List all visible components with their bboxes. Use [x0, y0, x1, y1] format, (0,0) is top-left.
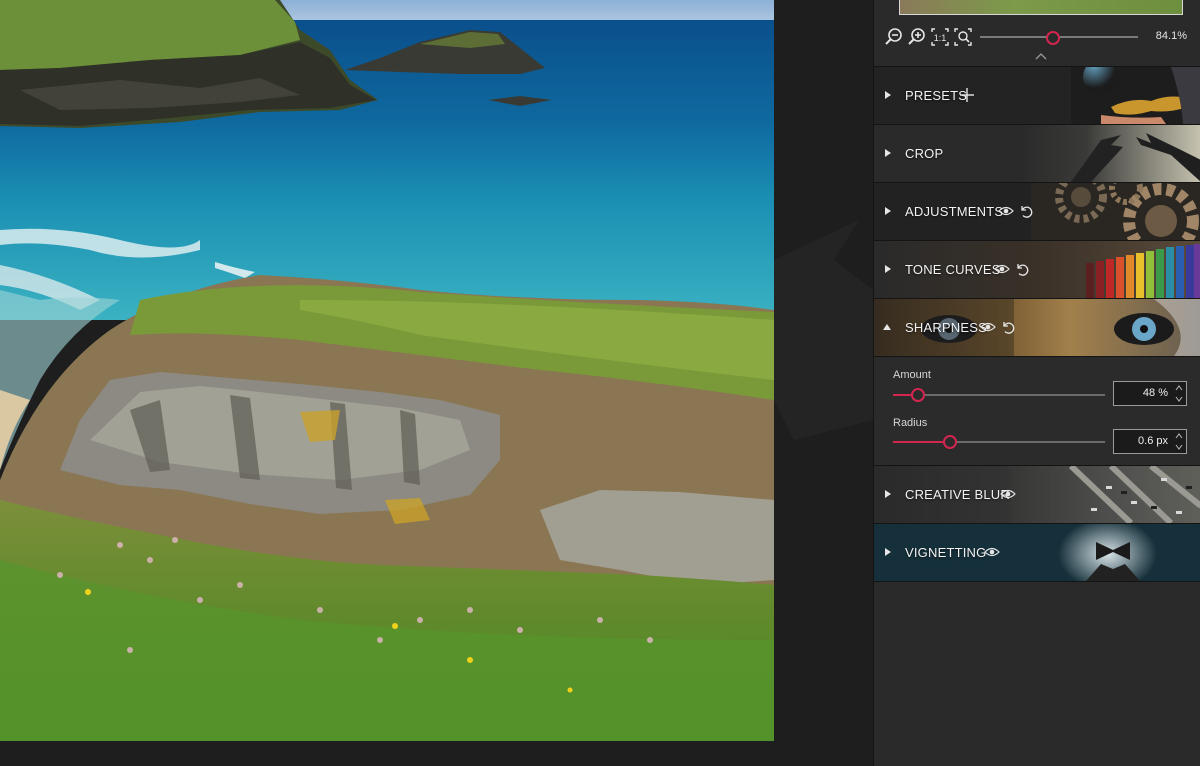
- zoom-slider-thumb[interactable]: [1046, 31, 1060, 45]
- presets-artwork: [1071, 67, 1200, 124]
- section-label: PRESETS: [905, 88, 968, 103]
- undo-icon[interactable]: [1018, 203, 1034, 219]
- fit-screen-icon[interactable]: [953, 27, 973, 47]
- section-label: ADJUSTMENTS: [905, 204, 1004, 219]
- expand-arrow-icon: [885, 91, 891, 99]
- section-tone-curves[interactable]: TONE CURVES: [874, 241, 1200, 299]
- section-label: TONE CURVES: [905, 262, 1001, 277]
- sharpness-controls: Amount 48 % Radius 0.6 px: [874, 358, 1200, 466]
- edit-panel: 1:1 84.1% PRESETS CROP ADJUSTMENTS TONE …: [873, 0, 1200, 766]
- section-crop[interactable]: CROP: [874, 125, 1200, 183]
- canvas-watermark-shape: [774, 220, 873, 440]
- navigator-thumbnail[interactable]: [899, 0, 1183, 15]
- creative-blur-artwork: [1011, 466, 1200, 523]
- section-label: CREATIVE BLUR: [905, 487, 1010, 502]
- amount-slider-thumb[interactable]: [911, 388, 925, 402]
- section-presets[interactable]: PRESETS: [874, 67, 1200, 125]
- eye-icon[interactable]: [994, 261, 1010, 277]
- eye-icon[interactable]: [980, 319, 996, 335]
- expand-arrow-icon: [885, 207, 891, 215]
- spin-up-icon[interactable]: [1175, 432, 1183, 440]
- spin-down-icon[interactable]: [1175, 443, 1183, 451]
- radius-slider-thumb[interactable]: [943, 435, 957, 449]
- expand-arrow-icon: [885, 265, 891, 273]
- undo-icon[interactable]: [1000, 319, 1016, 335]
- amount-value: 48 %: [1142, 387, 1168, 399]
- section-vignetting[interactable]: VIGNETTING: [874, 524, 1200, 582]
- navigator: 1:1 84.1%: [874, 0, 1200, 67]
- eye-icon[interactable]: [998, 203, 1014, 219]
- section-sharpness[interactable]: SHARPNESS: [874, 299, 1200, 357]
- zoom-out-icon[interactable]: [884, 27, 904, 47]
- eye-icon[interactable]: [1000, 486, 1016, 502]
- photo-canvas[interactable]: [0, 0, 873, 766]
- panel-empty-area: [874, 582, 1200, 766]
- radius-value-field[interactable]: 0.6 px: [1113, 429, 1187, 454]
- radius-slider-track[interactable]: [893, 441, 1105, 443]
- eye-icon[interactable]: [984, 544, 1000, 560]
- vignetting-artwork: [1041, 524, 1200, 581]
- photo-image: [0, 0, 774, 741]
- amount-value-field[interactable]: 48 %: [1113, 381, 1187, 406]
- coastal-landscape-photo[interactable]: [0, 0, 774, 741]
- spin-down-icon[interactable]: [1175, 395, 1183, 403]
- adjustments-artwork: [1031, 183, 1200, 240]
- expand-arrow-icon: [885, 149, 891, 157]
- radius-label: Radius: [893, 417, 928, 429]
- section-adjustments[interactable]: ADJUSTMENTS: [874, 183, 1200, 241]
- amount-label: Amount: [893, 369, 931, 381]
- section-label: CROP: [905, 146, 944, 161]
- section-label: SHARPNESS: [905, 320, 987, 335]
- one-to-one-icon[interactable]: 1:1: [930, 27, 950, 47]
- collapse-arrow-icon: [883, 324, 891, 330]
- undo-icon[interactable]: [1014, 261, 1030, 277]
- spin-up-icon[interactable]: [1175, 384, 1183, 392]
- crop-artwork: [1071, 133, 1200, 182]
- radius-slider-fill: [893, 441, 950, 443]
- svg-text:1:1: 1:1: [934, 33, 947, 43]
- zoom-value: 84.1%: [1155, 30, 1187, 42]
- radius-value: 0.6 px: [1138, 435, 1168, 447]
- section-creative-blur[interactable]: CREATIVE BLUR: [874, 466, 1200, 524]
- section-label: VIGNETTING: [905, 545, 987, 560]
- zoom-in-icon[interactable]: [907, 27, 927, 47]
- expand-arrow-icon: [885, 490, 891, 498]
- expand-arrow-icon: [885, 548, 891, 556]
- plus-icon[interactable]: [959, 87, 975, 103]
- collapse-navigator-icon[interactable]: [1034, 52, 1048, 62]
